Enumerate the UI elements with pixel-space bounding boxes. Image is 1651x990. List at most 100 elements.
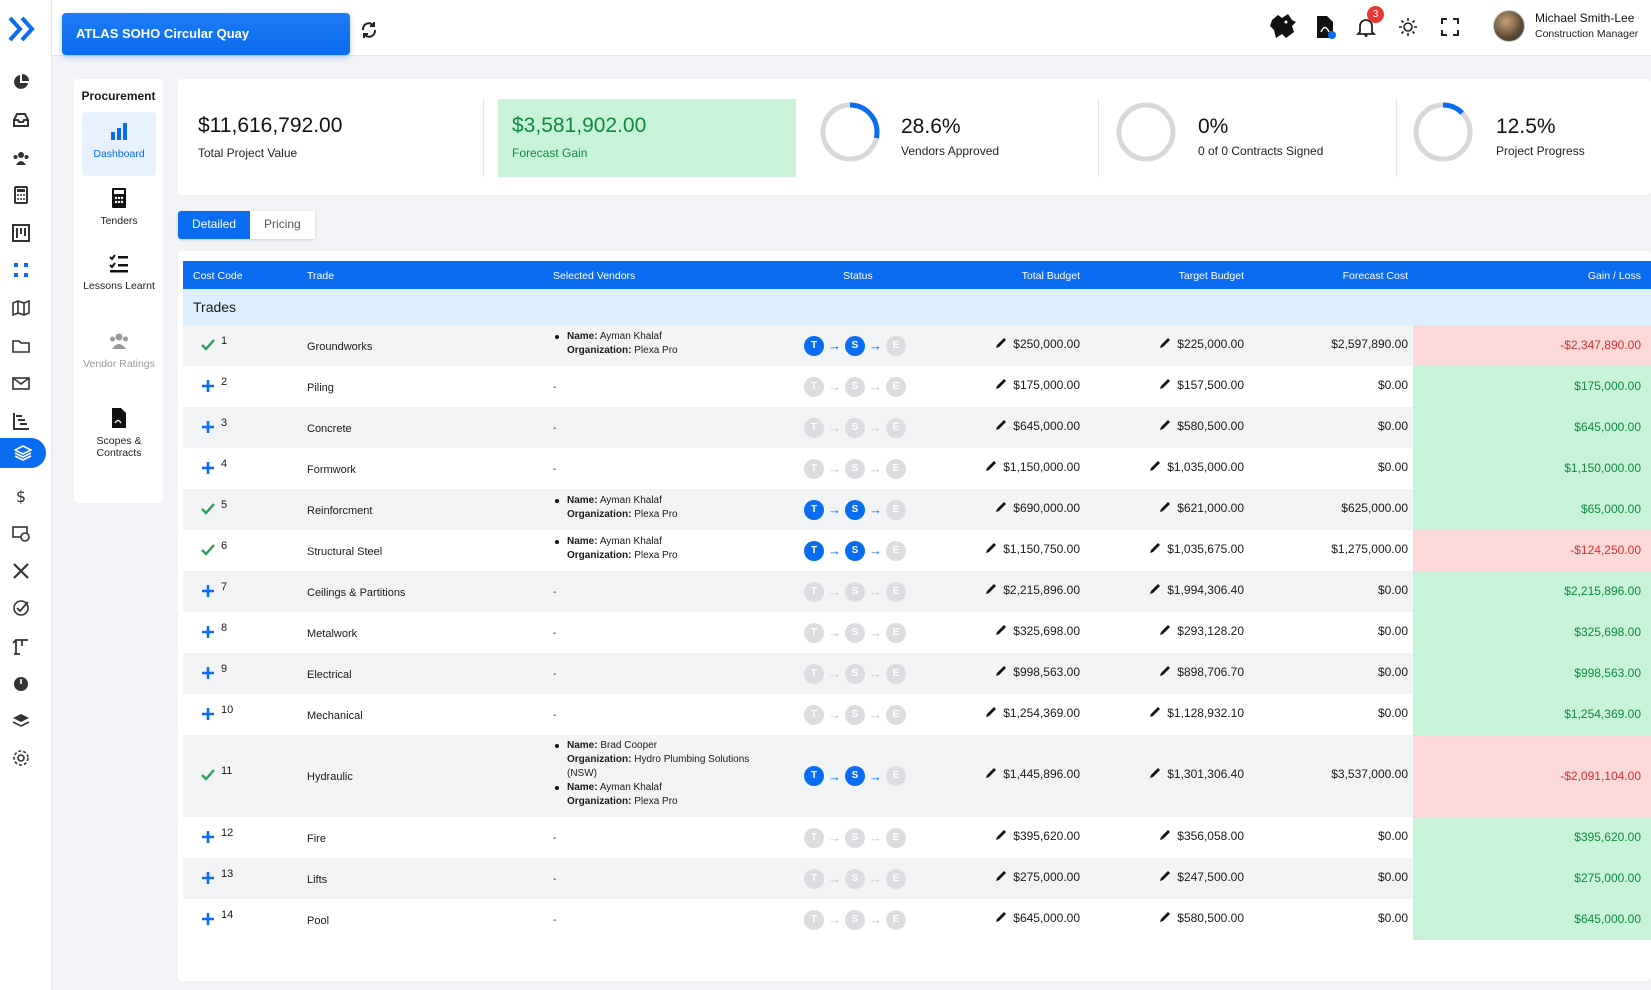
edit-pencil-icon[interactable] — [995, 870, 1007, 882]
edit-pencil-icon[interactable] — [995, 624, 1007, 636]
status-pipeline[interactable]: T → S → E — [804, 909, 906, 931]
edit-pencil-icon[interactable] — [1159, 378, 1171, 390]
table-row[interactable]: 8 Metalwork - T → S → E $325,698.00 $293,128.20 $0… — [183, 612, 1651, 653]
total-budget[interactable]: $690,000.00 — [995, 501, 1080, 515]
gantt-icon[interactable] — [0, 406, 42, 436]
add-vendor-plus-icon[interactable] — [201, 666, 215, 680]
edit-pencil-icon[interactable] — [995, 665, 1007, 677]
status-pipeline[interactable]: T → S → E — [804, 540, 906, 562]
edit-pencil-icon[interactable] — [995, 337, 1007, 349]
edit-pencil-icon[interactable] — [1149, 583, 1161, 595]
total-budget[interactable]: $2,215,896.00 — [985, 583, 1080, 597]
total-budget[interactable]: $645,000.00 — [995, 911, 1080, 925]
header-status[interactable]: Status — [843, 270, 873, 282]
header-selected-vendors[interactable]: Selected Vendors — [553, 270, 635, 282]
target-budget[interactable]: $157,500.00 — [1159, 378, 1244, 392]
target-budget[interactable]: $356,058.00 — [1159, 829, 1244, 843]
table-row[interactable]: 1 Groundworks Name: Ayman Khalaf Organizati… — [183, 325, 1651, 366]
settings-icon[interactable] — [0, 743, 42, 773]
add-vendor-plus-icon[interactable] — [201, 707, 215, 721]
vendor-entry[interactable]: Name: Brad Cooper Organization: Hydro Plu… — [553, 739, 763, 781]
total-budget[interactable]: $175,000.00 — [995, 378, 1080, 392]
status-pipeline[interactable]: T → S → E — [804, 417, 906, 439]
edit-pencil-icon[interactable] — [1149, 767, 1161, 779]
table-row[interactable]: 7 Ceilings & Partitions - T → S → E $2,215,896.0… — [183, 571, 1651, 612]
table-row[interactable]: 5 Reinforcment Name: Ayman Khalaf Organizat… — [183, 489, 1651, 530]
table-row[interactable]: 10 Mechanical - T → S → E $1,254,369.00 $1,128,93… — [183, 694, 1651, 735]
table-row[interactable]: 14 Pool - T → S → E $645,000.00 $580,500.00 $0.00 $… — [183, 899, 1651, 940]
table-row[interactable]: 6 Structural Steel Name: Ayman Khalaf Organ… — [183, 530, 1651, 571]
subnav-item-dashboard[interactable]: Dashboard — [82, 112, 156, 176]
header-gain-loss[interactable]: Gain / Loss — [1588, 270, 1641, 282]
check-circle-icon[interactable] — [0, 593, 42, 623]
add-vendor-plus-icon[interactable] — [201, 461, 215, 475]
fullscreen-icon[interactable] — [1433, 10, 1467, 44]
target-budget[interactable]: $1,128,932.10 — [1149, 706, 1244, 720]
target-budget[interactable]: $1,994,306.40 — [1149, 583, 1244, 597]
edit-pencil-icon[interactable] — [985, 583, 997, 595]
edit-pencil-icon[interactable] — [1149, 542, 1161, 554]
subnav-item-lessons-learnt[interactable]: Lessons Learnt — [82, 244, 156, 316]
notifications-bell-icon[interactable]: 3 — [1349, 6, 1384, 44]
dollar-icon[interactable]: $ — [0, 481, 42, 511]
target-budget[interactable]: $621,000.00 — [1159, 501, 1244, 515]
crane-icon[interactable] — [0, 631, 42, 661]
status-pipeline[interactable]: T → S → E — [804, 765, 906, 787]
target-budget[interactable]: $580,500.00 — [1159, 419, 1244, 433]
calculator-icon[interactable] — [0, 180, 42, 210]
edit-pencil-icon[interactable] — [1159, 624, 1171, 636]
status-pipeline[interactable]: T → S → E — [804, 622, 906, 644]
header-target-budget[interactable]: Target Budget — [1179, 270, 1244, 282]
status-pipeline[interactable]: T → S → E — [804, 663, 906, 685]
edit-pencil-icon[interactable] — [995, 501, 1007, 513]
table-row[interactable]: 12 Fire - T → S → E $395,620.00 $356,058.00 $0.00 $… — [183, 817, 1651, 858]
edit-pencil-icon[interactable] — [1159, 337, 1171, 349]
map-icon[interactable] — [0, 293, 42, 323]
total-budget[interactable]: $1,150,750.00 — [985, 542, 1080, 556]
tab-pricing[interactable]: Pricing — [250, 211, 315, 239]
target-budget[interactable]: $1,301,306.40 — [1149, 767, 1244, 781]
add-vendor-plus-icon[interactable] — [201, 625, 215, 639]
vendor-entry[interactable]: Name: Ayman Khalaf Organization: Plexa Pr… — [553, 535, 763, 563]
edit-pencil-icon[interactable] — [1159, 911, 1171, 923]
edit-pencil-icon[interactable] — [1159, 501, 1171, 513]
inbox-icon[interactable] — [0, 105, 42, 135]
edit-pencil-icon[interactable] — [1159, 419, 1171, 431]
edit-pencil-icon[interactable] — [995, 378, 1007, 390]
edit-pencil-icon[interactable] — [985, 706, 997, 718]
status-pipeline[interactable]: T → S → E — [804, 868, 906, 890]
table-row[interactable]: 4 Formwork - T → S → E $1,150,000.00 $1,035,000.0… — [183, 448, 1651, 489]
subnav-item-scopes-contracts[interactable]: Scopes & Contracts — [82, 399, 156, 469]
status-pipeline[interactable]: T → S → E — [804, 499, 906, 521]
subnav-item-vendor-ratings[interactable]: Vendor Ratings — [82, 322, 156, 392]
timer-icon[interactable] — [0, 668, 42, 698]
status-pipeline[interactable]: T → S → E — [804, 704, 906, 726]
user-avatar[interactable] — [1493, 10, 1525, 42]
total-budget[interactable]: $645,000.00 — [995, 419, 1080, 433]
folder-icon[interactable] — [0, 331, 42, 361]
add-vendor-plus-icon[interactable] — [201, 420, 215, 434]
total-budget[interactable]: $250,000.00 — [995, 337, 1080, 351]
table-row[interactable]: 11 Hydraulic Name: Brad Cooper Organization… — [183, 735, 1651, 817]
edit-pencil-icon[interactable] — [1159, 665, 1171, 677]
add-vendor-plus-icon[interactable] — [201, 912, 215, 926]
team-icon[interactable] — [0, 143, 42, 173]
add-vendor-plus-icon[interactable] — [201, 830, 215, 844]
pie-chart-icon[interactable] — [0, 67, 42, 97]
subnav-item-tenders[interactable]: Tenders — [82, 179, 156, 239]
tools-icon[interactable] — [0, 556, 42, 586]
theme-toggle-icon[interactable] — [1391, 10, 1425, 44]
total-budget[interactable]: $395,620.00 — [995, 829, 1080, 843]
target-budget[interactable]: $1,035,675.00 — [1149, 542, 1244, 556]
target-budget[interactable]: $247,500.00 — [1159, 870, 1244, 884]
add-vendor-plus-icon[interactable] — [201, 871, 215, 885]
edit-pencil-icon[interactable] — [995, 829, 1007, 841]
target-budget[interactable]: $293,128.20 — [1159, 624, 1244, 638]
status-pipeline[interactable]: T → S → E — [804, 581, 906, 603]
total-budget[interactable]: $1,254,369.00 — [985, 706, 1080, 720]
status-pipeline[interactable]: T → S → E — [804, 458, 906, 480]
mail-icon[interactable] — [0, 368, 42, 398]
target-budget[interactable]: $225,000.00 — [1159, 337, 1244, 351]
status-pipeline[interactable]: T → S → E — [804, 335, 906, 357]
total-budget[interactable]: $1,445,896.00 — [985, 767, 1080, 781]
